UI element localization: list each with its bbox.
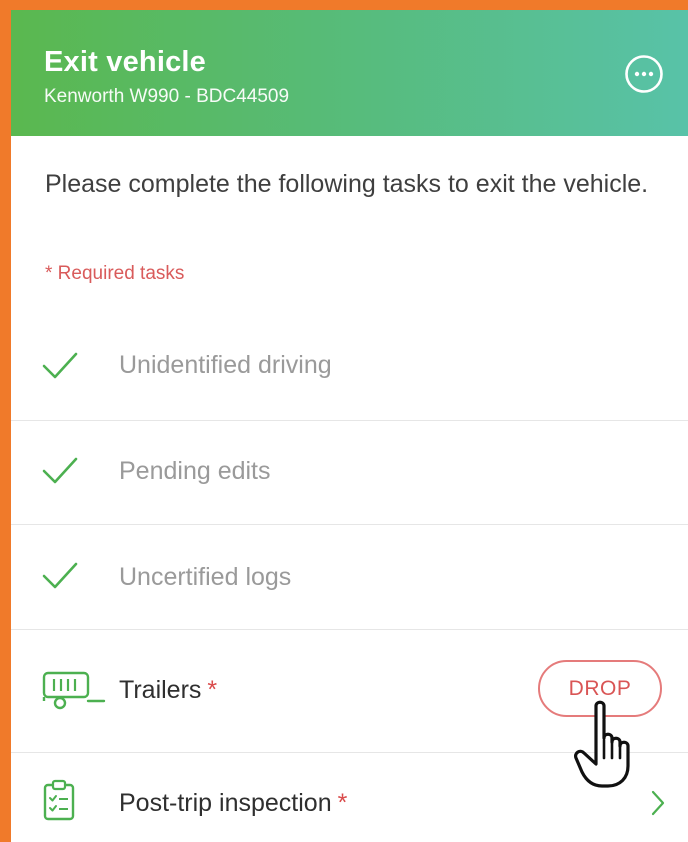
ellipsis-circle-icon[interactable] [624, 54, 664, 94]
task-label-post-trip: Post-trip inspection * [119, 789, 347, 818]
task-label-trailers: Trailers * [119, 676, 217, 705]
required-tasks-note: * Required tasks [45, 263, 185, 284]
dialog-title: Exit vehicle [44, 46, 206, 78]
required-asterisk: * [207, 676, 218, 704]
task-row-pending-edits[interactable]: Pending edits [11, 421, 688, 525]
task-row-uncertified-logs[interactable]: Uncertified logs [11, 525, 688, 630]
task-label-text: Post-trip inspection [119, 789, 332, 817]
task-label-text: Trailers [119, 676, 202, 704]
hand-pointer-cursor-icon [574, 700, 630, 788]
task-label: Uncertified logs [119, 563, 292, 591]
check-icon [42, 562, 78, 589]
clipboard-checklist-icon [43, 779, 75, 821]
check-icon [42, 352, 78, 379]
check-icon [42, 457, 78, 484]
task-row-unidentified-driving[interactable]: Unidentified driving [11, 315, 688, 421]
task-label: Pending edits [119, 457, 271, 485]
required-asterisk: * [337, 789, 348, 817]
task-label: Unidentified driving [119, 351, 332, 379]
chevron-right-icon[interactable] [650, 789, 666, 817]
trailer-icon [42, 671, 106, 710]
dialog-header: Exit vehicle Kenworth W990 - BDC44509 [11, 10, 688, 136]
vehicle-subtitle: Kenworth W990 - BDC44509 [44, 86, 290, 107]
intro-text: Please complete the following tasks to e… [45, 170, 649, 198]
